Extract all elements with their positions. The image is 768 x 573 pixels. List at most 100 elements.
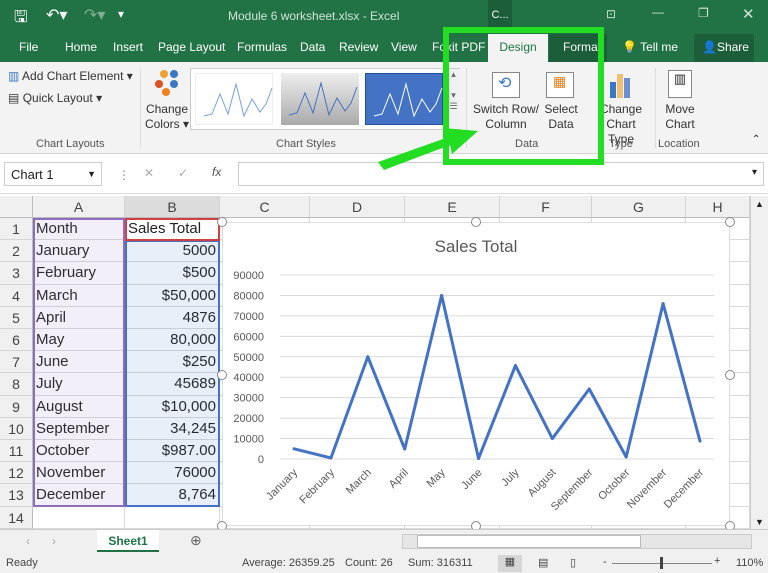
cell[interactable]: April: [33, 306, 125, 329]
tab-formulas[interactable]: Formulas: [237, 40, 287, 54]
cell[interactable]: 4876: [125, 306, 220, 329]
cell[interactable]: 8,764: [125, 484, 220, 507]
data-point[interactable]: [550, 437, 554, 441]
customize-toolbar-icon[interactable]: ▾: [118, 7, 124, 21]
cell[interactable]: 45689: [125, 373, 220, 396]
cell[interactable]: September: [33, 417, 125, 440]
select-all[interactable]: [0, 196, 33, 218]
row-header[interactable]: 2: [0, 240, 33, 263]
expand-formula-icon[interactable]: ▾: [752, 167, 757, 178]
row-header[interactable]: 14: [0, 506, 33, 529]
row-header[interactable]: 1: [0, 218, 33, 241]
column-header-a[interactable]: A: [33, 196, 125, 218]
data-point[interactable]: [661, 302, 665, 306]
cell[interactable]: 5000: [125, 240, 220, 263]
cell[interactable]: August: [33, 395, 125, 418]
tell-me[interactable]: 💡 Tell me: [622, 40, 678, 54]
tab-design[interactable]: Design: [488, 34, 548, 62]
zoom-out-icon[interactable]: -: [603, 556, 607, 568]
chart-style-3[interactable]: [365, 73, 443, 125]
add-chart-element-button[interactable]: ▥ Add Chart Element ▾: [8, 69, 133, 84]
chart-style-1[interactable]: [195, 73, 273, 125]
cell[interactable]: March: [33, 284, 125, 307]
zoom-slider[interactable]: [612, 557, 712, 569]
tab-foxit-pdf[interactable]: Foxit PDF: [432, 40, 485, 54]
page-break-view-icon[interactable]: ▯: [570, 556, 576, 569]
scroll-left-icon[interactable]: ‹: [26, 534, 30, 548]
tab-file[interactable]: File: [19, 40, 38, 54]
cell[interactable]: July: [33, 373, 125, 396]
resize-handle[interactable]: [471, 217, 481, 227]
save-icon[interactable]: 🖫: [14, 6, 28, 33]
enter-icon[interactable]: ✓: [178, 166, 188, 180]
share-button[interactable]: 👤Share: [694, 34, 754, 62]
redo-icon[interactable]: ↷▾: [84, 5, 105, 25]
resize-handle[interactable]: [217, 217, 227, 227]
gallery-scroll[interactable]: ▴ ▾ ☰: [447, 69, 460, 129]
row-header[interactable]: 9: [0, 395, 33, 418]
data-point[interactable]: [329, 456, 333, 460]
column-header-e[interactable]: E: [405, 196, 500, 218]
ribbon-display-icon[interactable]: ⊡: [606, 7, 616, 21]
tab-page-layout[interactable]: Page Layout: [158, 40, 225, 54]
quick-layout-button[interactable]: ▤ Quick Layout ▾: [8, 91, 102, 106]
new-sheet-icon[interactable]: ⊕: [190, 532, 202, 549]
chart-sales-total[interactable]: Sales Total 0 10000 20000 30000 40000 50000 60…: [222, 222, 730, 526]
cell[interactable]: 76000: [125, 462, 220, 485]
cell[interactable]: December: [33, 484, 125, 507]
select-data-button[interactable]: Select Data: [542, 102, 580, 132]
tab-format[interactable]: Format: [549, 34, 607, 62]
sheet-tab-sheet1[interactable]: Sheet1: [97, 530, 159, 552]
tab-view[interactable]: View: [391, 40, 417, 54]
cell[interactable]: June: [33, 351, 125, 374]
data-point[interactable]: [292, 447, 296, 451]
row-header[interactable]: 12: [0, 462, 33, 485]
cell[interactable]: Sales Total: [125, 218, 220, 241]
tab-home[interactable]: Home: [65, 40, 97, 54]
name-box[interactable]: Chart 1 ▼: [4, 162, 102, 186]
cell[interactable]: January: [33, 240, 125, 263]
change-colors-button[interactable]: Change Colors ▾: [144, 102, 190, 132]
undo-icon[interactable]: ↶▾: [46, 5, 67, 25]
column-header-d[interactable]: D: [310, 196, 405, 218]
column-header-c[interactable]: C: [220, 196, 310, 218]
normal-view-icon[interactable]: ▦: [498, 555, 522, 572]
row-header[interactable]: 3: [0, 262, 33, 285]
close-icon[interactable]: ✕: [742, 5, 755, 23]
resize-handle[interactable]: [725, 370, 735, 380]
chart-title[interactable]: Sales Total: [435, 237, 518, 256]
cell[interactable]: 34,245: [125, 417, 220, 440]
vertical-scrollbar[interactable]: ▲ ▼: [750, 196, 768, 529]
data-point[interactable]: [366, 355, 370, 359]
data-point[interactable]: [587, 387, 591, 391]
column-header-b[interactable]: B: [125, 196, 220, 218]
resize-handle[interactable]: [725, 217, 735, 227]
cell[interactable]: $10,000: [125, 395, 220, 418]
zoom-level[interactable]: 110%: [736, 557, 763, 569]
minimize-icon[interactable]: —: [652, 5, 664, 19]
data-point[interactable]: [403, 447, 407, 451]
chart-styles-gallery[interactable]: ▴ ▾ ☰: [190, 68, 460, 130]
scroll-right-icon[interactable]: ›: [52, 534, 56, 548]
column-header-g[interactable]: G: [592, 196, 686, 218]
collapse-ribbon-icon[interactable]: ⌃: [752, 134, 760, 145]
row-header[interactable]: 6: [0, 329, 33, 352]
cell[interactable]: $50,000: [125, 284, 220, 307]
cell[interactable]: $987.00: [125, 440, 220, 463]
data-point[interactable]: [513, 364, 517, 368]
data-point[interactable]: [440, 293, 444, 297]
data-point[interactable]: [698, 439, 702, 443]
switch-row-column-button[interactable]: Switch Row/Column: [472, 102, 540, 132]
restore-icon[interactable]: ❐: [698, 6, 709, 20]
data-point[interactable]: [477, 456, 481, 460]
formula-input[interactable]: ▾: [238, 162, 764, 186]
row-header[interactable]: 10: [0, 417, 33, 440]
page-layout-view-icon[interactable]: ▤: [538, 556, 548, 569]
cell[interactable]: October: [33, 440, 125, 463]
cell[interactable]: Month: [33, 218, 125, 241]
row-header[interactable]: 13: [0, 484, 33, 507]
chart-style-2[interactable]: [281, 73, 359, 125]
row-header[interactable]: 8: [0, 373, 33, 396]
cell[interactable]: May: [33, 329, 125, 352]
tab-insert[interactable]: Insert: [113, 40, 143, 54]
